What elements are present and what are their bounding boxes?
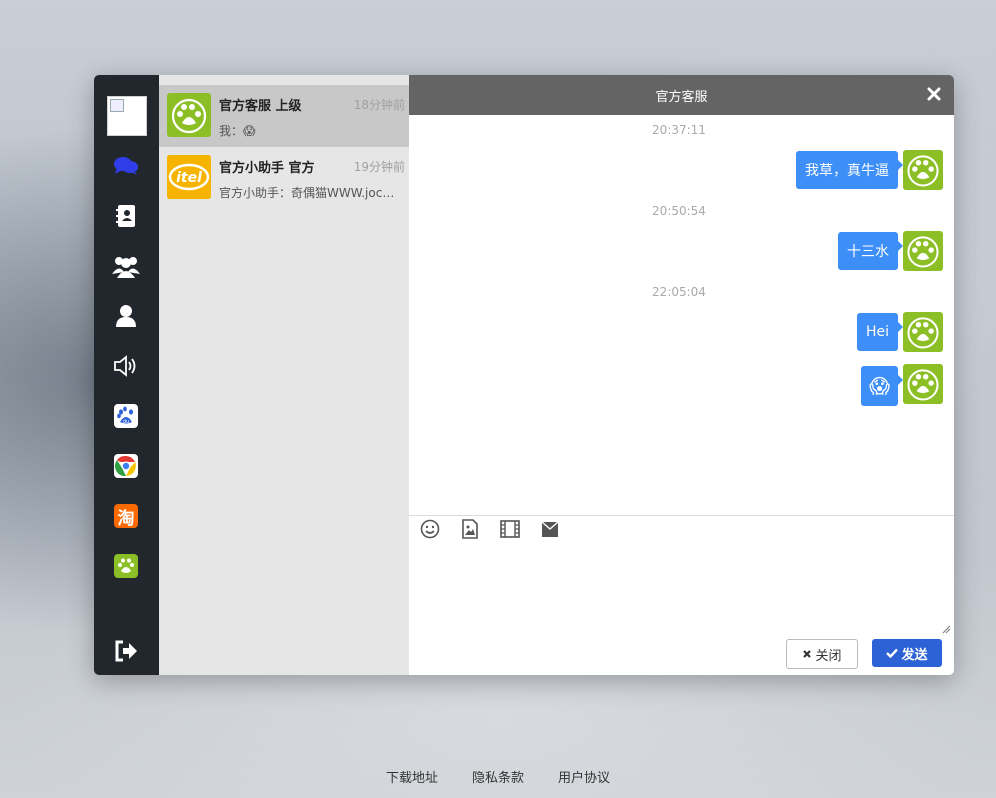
message-bubble: Hei	[856, 313, 904, 351]
scream-emoji-icon: 😱	[861, 366, 903, 406]
chat-title: 官方客服	[655, 89, 708, 105]
conversation-time: 19分钟前	[353, 160, 405, 174]
user-avatar[interactable]	[107, 96, 147, 136]
close-button[interactable]: 关闭	[786, 639, 858, 669]
sidebar: du 淘	[94, 75, 159, 675]
send-button[interactable]: 发送	[872, 639, 942, 667]
close-icon[interactable]	[926, 86, 942, 102]
speaker-icon[interactable]	[111, 351, 141, 381]
groups-icon[interactable]	[111, 251, 141, 281]
message-timestamp: 20:50:54	[652, 204, 706, 218]
chat-window: du 淘 官方客服 上级 18分钟前 我：😱 itel 官方小助手 官方 19分…	[94, 75, 954, 675]
close-x-icon	[803, 650, 812, 658]
taobao-app-icon[interactable]: 淘	[111, 501, 141, 531]
conversation-list: 官方客服 上级 18分钟前 我：😱 itel 官方小助手 官方 19分钟前 官方…	[159, 75, 409, 675]
paw-avatar-icon	[903, 312, 943, 352]
conversation-item-official-assistant[interactable]: itel 官方小助手 官方 19分钟前 官方小助手：奇偶猫WWW.jocat.c…	[159, 147, 409, 209]
chat-icon[interactable]	[111, 151, 141, 181]
conversation-preview: 官方小助手：奇偶猫WWW.jocat.cn	[219, 186, 397, 200]
scream-emoji-icon: 😱	[243, 124, 256, 138]
compose-divider	[409, 515, 954, 516]
message-bubble: 十三水	[838, 232, 903, 270]
compose-toolbar	[419, 518, 579, 542]
baidu-app-icon[interactable]: du	[111, 401, 141, 431]
image-icon[interactable]	[459, 518, 481, 540]
gift-icon[interactable]	[539, 518, 561, 540]
close-button-label: 关闭	[815, 648, 842, 664]
logout-icon[interactable]	[111, 636, 141, 666]
emoji-icon[interactable]	[419, 518, 441, 540]
paw-avatar-icon	[903, 150, 943, 190]
conversation-time: 18分钟前	[353, 98, 405, 112]
svg-text:itel: itel	[176, 170, 202, 186]
footer-link-agreement[interactable]: 用户协议	[558, 767, 610, 786]
message-input[interactable]	[413, 547, 952, 639]
message-bubble: 我草，真牛逼	[796, 151, 903, 189]
user-icon[interactable]	[111, 301, 141, 331]
taobao-char: 淘	[114, 504, 138, 529]
conversation-preview: 我：😱	[219, 124, 256, 138]
chat-panel: 官方客服 20:37:11 我草，真牛逼 20:50:54 十三水 22:05:…	[409, 75, 954, 675]
message-timestamp: 22:05:04	[652, 285, 706, 299]
conversation-name: 官方客服 上级	[219, 99, 302, 114]
chat-header: 官方客服	[409, 75, 954, 115]
itel-logo-avatar: itel	[167, 155, 211, 199]
contacts-icon[interactable]	[111, 201, 141, 231]
send-button-label: 发送	[901, 647, 928, 663]
conversation-item-official-service[interactable]: 官方客服 上级 18分钟前 我：😱	[159, 85, 409, 147]
video-icon[interactable]	[499, 518, 521, 540]
paw-avatar-icon	[167, 93, 211, 137]
footer-links: 下载地址 隐私条款 用户协议	[0, 767, 996, 786]
conversation-name: 官方小助手 官方	[219, 161, 315, 176]
footer-link-download[interactable]: 下载地址	[386, 767, 438, 786]
message-list: 20:37:11 我草，真牛逼 20:50:54 十三水 22:05:04 He…	[409, 115, 954, 515]
paw-avatar-icon	[903, 364, 943, 404]
footer-link-privacy[interactable]: 隐私条款	[472, 767, 524, 786]
chrome-app-icon[interactable]	[111, 451, 141, 481]
resize-handle-icon[interactable]	[942, 625, 951, 634]
svg-text:du: du	[123, 419, 129, 425]
paw-avatar-icon	[903, 231, 943, 271]
check-icon	[886, 648, 899, 658]
message-timestamp: 20:37:11	[652, 123, 706, 137]
paw-app-icon[interactable]	[111, 551, 141, 581]
